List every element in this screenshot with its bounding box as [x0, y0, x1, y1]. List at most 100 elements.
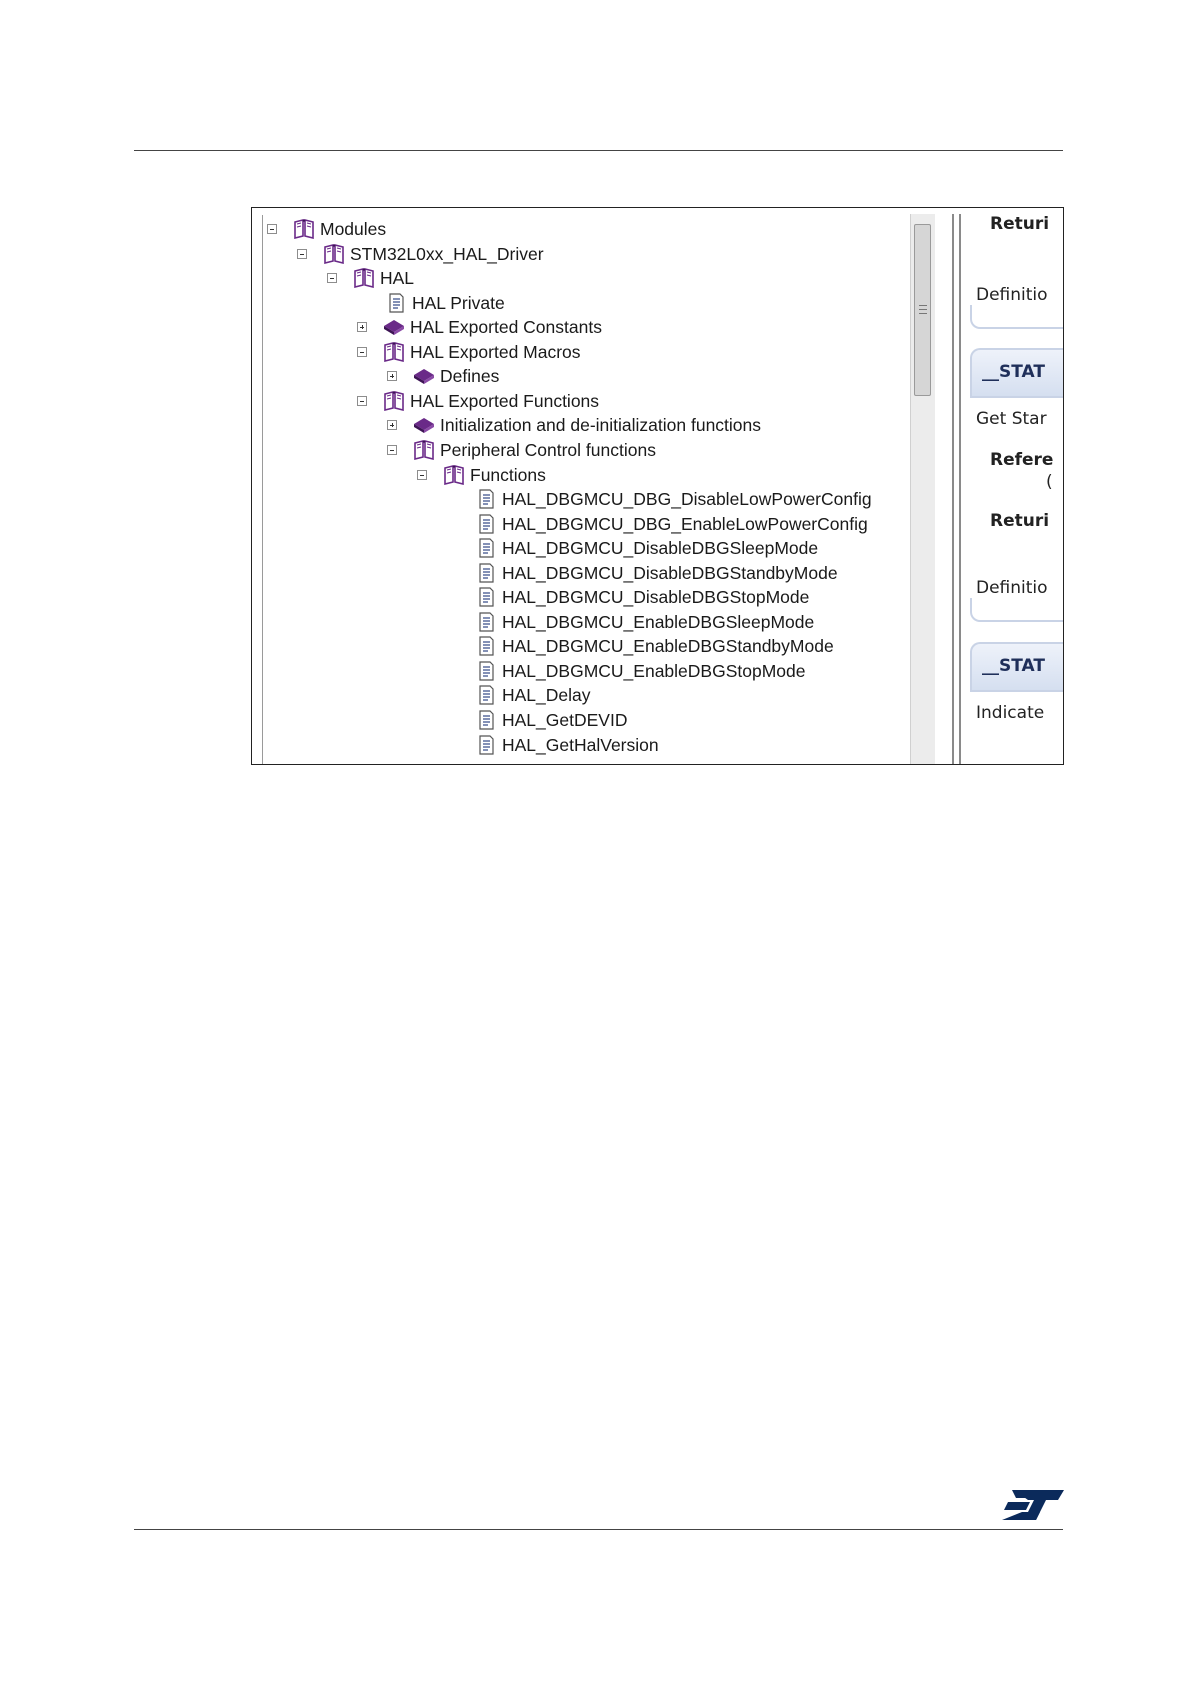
panel-bottom-edge — [970, 305, 1063, 329]
tree-item[interactable]: HAL Private — [357, 291, 505, 315]
book-open-icon — [413, 439, 435, 460]
page-icon — [475, 734, 497, 755]
page-icon — [475, 513, 497, 534]
tree-item-label: HAL_DBGMCU_DBG_EnableLowPowerConfig — [502, 513, 868, 534]
book-open-icon — [323, 243, 345, 264]
tree-item-label: Initialization and de-initialization fun… — [440, 415, 762, 436]
tree-item-label: HAL Exported Constants — [410, 317, 602, 338]
grip-line — [919, 313, 927, 314]
tree-item-label: HAL_DBGMCU_EnableDBGStandbyMode — [502, 636, 834, 657]
member-header-title: __STAT — [982, 362, 1045, 382]
definition-label: Definitio — [976, 285, 1048, 305]
expand-icon[interactable] — [357, 322, 367, 333]
tree-item[interactable]: HAL_DBGMCU_DBG_DisableLowPowerConfig — [447, 487, 872, 511]
tree-item[interactable]: HAL_DBGMCU_DisableDBGSleepMode — [447, 536, 818, 560]
tree-item-label: HAL — [380, 268, 415, 289]
reference-text: ( — [1046, 472, 1053, 492]
tree-item[interactable]: HAL_DBGMCU_EnableDBGStandbyMode — [447, 634, 834, 658]
tree-item-label: Functions — [470, 464, 546, 485]
page-icon — [475, 661, 497, 681]
tree-guide-line — [262, 215, 263, 764]
reference-heading: Refere — [990, 450, 1054, 470]
pane-splitter[interactable] — [952, 214, 954, 764]
tree-item[interactable]: HAL_GetHalVersion — [447, 733, 659, 757]
book-closed-icon — [413, 366, 435, 386]
page-footer-rule — [134, 1529, 1063, 1530]
tree-item-label: Defines — [440, 366, 500, 387]
tree-item[interactable]: HAL Exported Constants — [357, 315, 602, 339]
collapse-icon[interactable] — [357, 346, 367, 357]
tree-item[interactable]: HAL — [327, 266, 414, 290]
page-icon — [475, 612, 497, 632]
collapse-icon[interactable] — [417, 469, 427, 480]
book-open-icon — [293, 219, 315, 239]
tree-item[interactable]: Initialization and de-initialization fun… — [387, 413, 761, 437]
tree-item-label: HAL_DBGMCU_EnableDBGSleepMode — [502, 611, 815, 632]
member-header: __STAT — [970, 642, 1063, 692]
tree-item-label: HAL Exported Functions — [410, 390, 600, 411]
return-heading: Returi — [990, 511, 1050, 531]
module-tree: Modules STM32L0xx_HAL_Driver HAL HAL Privat… — [252, 208, 912, 764]
tree-item-label: HAL_GetHalVersion — [502, 734, 659, 755]
grip-line — [919, 305, 927, 306]
tree-item[interactable]: Functions — [417, 463, 546, 487]
page-icon — [475, 685, 497, 706]
tree-item[interactable]: Peripheral Control functions — [387, 438, 656, 462]
st-logo — [1000, 1488, 1066, 1522]
collapse-icon[interactable] — [357, 395, 367, 406]
tree-item[interactable]: Modules — [267, 217, 386, 241]
page-header-rule — [134, 150, 1063, 151]
documentation-browser-screenshot: Modules STM32L0xx_HAL_Driver HAL HAL Privat… — [251, 207, 1064, 765]
tree-item-label: HAL Exported Macros — [410, 341, 581, 362]
book-open-icon — [383, 341, 405, 362]
collapse-icon[interactable] — [267, 224, 277, 234]
tree-item[interactable]: HAL_DBGMCU_DisableDBGStopMode — [447, 585, 809, 609]
book-closed-icon — [413, 415, 435, 435]
tree-item[interactable]: HAL Exported Functions — [357, 389, 599, 413]
tree-item[interactable]: HAL_DBGMCU_DisableDBGStandbyMode — [447, 561, 838, 585]
book-open-icon — [443, 464, 465, 485]
tree-item[interactable]: HAL_DBGMCU_EnableDBGStopMode — [447, 659, 805, 683]
tree-item[interactable]: HAL_DBGMCU_DBG_EnableLowPowerConfig — [447, 512, 868, 536]
return-heading: Returi — [990, 214, 1050, 234]
tree-item-label: STM32L0xx_HAL_Driver — [350, 243, 544, 264]
tree-item[interactable]: HAL Exported Macros — [357, 340, 581, 364]
page-icon — [475, 587, 497, 607]
page-icon — [475, 563, 497, 583]
page-icon — [475, 636, 497, 656]
tree-item-label: HAL_DBGMCU_DisableDBGStandbyMode — [502, 562, 838, 583]
tree-item-label: HAL_DBGMCU_DisableDBGSleepMode — [502, 538, 819, 559]
tree-item-label: HAL_DBGMCU_EnableDBGStopMode — [502, 660, 806, 681]
tree-item-label: HAL Private — [412, 292, 505, 313]
tree-item-label: Modules — [320, 219, 387, 239]
description-text: Indicate — [976, 703, 1045, 723]
description-text: Get Star — [976, 409, 1047, 429]
tree-item-label: Peripheral Control functions — [440, 439, 656, 460]
pane-splitter-edge — [959, 214, 961, 764]
page-icon — [475, 489, 497, 509]
tree-item[interactable]: HAL_Delay — [447, 683, 591, 707]
tree-item-label: HAL_Delay — [502, 685, 591, 706]
collapse-icon[interactable] — [387, 444, 397, 455]
tree-item[interactable]: HAL_DBGMCU_EnableDBGSleepMode — [447, 610, 814, 634]
tree-item[interactable]: STM32L0xx_HAL_Driver — [297, 242, 544, 266]
tree-scrollbar[interactable] — [910, 214, 935, 764]
content-pane: Returi Definitio __STAT Get Star Refere … — [970, 208, 1063, 764]
grip-line — [919, 309, 927, 310]
member-header: __STAT — [970, 348, 1063, 398]
scrollbar-thumb[interactable] — [914, 224, 931, 396]
book-open-icon — [383, 390, 405, 411]
expand-icon[interactable] — [387, 420, 397, 431]
panel-bottom-edge — [970, 598, 1063, 622]
collapse-icon[interactable] — [297, 248, 307, 259]
book-closed-icon — [383, 317, 405, 337]
collapse-icon[interactable] — [327, 273, 337, 284]
tree-item-label: HAL_DBGMCU_DisableDBGStopMode — [502, 587, 810, 608]
member-header-title: __STAT — [982, 656, 1045, 676]
expand-icon[interactable] — [387, 371, 397, 382]
tree-item[interactable]: Defines — [387, 364, 499, 388]
tree-item[interactable]: HAL_GetDEVID — [447, 708, 627, 732]
definition-label: Definitio — [976, 578, 1048, 598]
page-icon — [475, 538, 497, 558]
tree-item-label: HAL_GetDEVID — [502, 710, 628, 730]
